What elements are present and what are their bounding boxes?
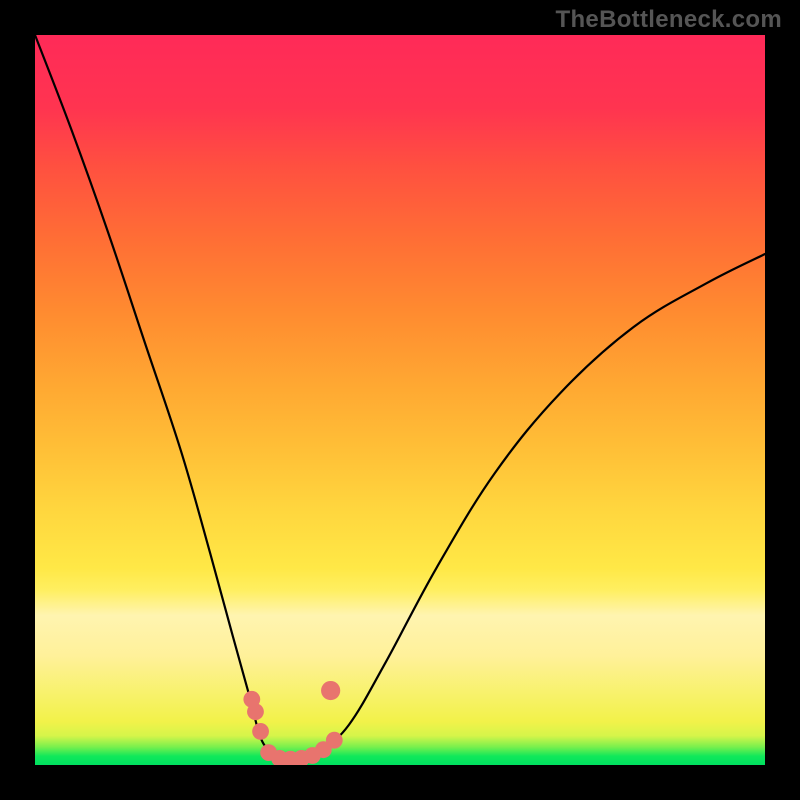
bottleneck-curve [35, 35, 765, 759]
watermark-text: TheBottleneck.com [556, 6, 782, 34]
curve-markers [243, 681, 342, 765]
curve-marker [321, 681, 340, 700]
curve-svg [35, 35, 765, 765]
curve-marker [247, 703, 264, 720]
plot-area [35, 35, 765, 765]
chart-frame: TheBottleneck.com [0, 0, 800, 800]
curve-marker [252, 723, 269, 740]
bottleneck-curve-path [35, 35, 765, 759]
curve-marker [326, 732, 343, 749]
